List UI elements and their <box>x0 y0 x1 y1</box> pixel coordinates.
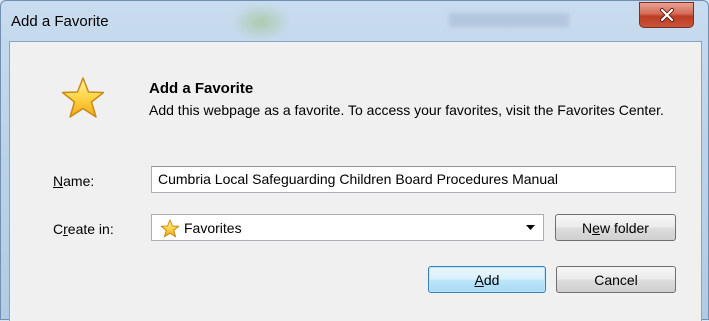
add-button[interactable]: Add <box>428 266 546 293</box>
new-folder-label-mnemonic: e <box>592 219 600 236</box>
create-in-label-start: C <box>53 221 64 237</box>
add-favorite-dialog: Add a Favorite Add a Favorite Add this w… <box>0 0 709 321</box>
dialog-body: Add a Favorite Add this webpage as a fav… <box>9 41 702 321</box>
new-folder-button[interactable]: New folder <box>555 214 676 241</box>
favorites-folder-star-icon <box>160 219 180 238</box>
create-in-label-rest: eate in: <box>67 221 114 237</box>
create-in-selected-value: Favorites <box>184 220 242 236</box>
dialog-heading: Add a Favorite <box>149 80 254 97</box>
dialog-description: Add this webpage as a favorite. To acces… <box>149 102 664 118</box>
cancel-button[interactable]: Cancel <box>556 266 676 293</box>
favorite-star-icon <box>61 77 105 118</box>
close-x-icon <box>659 8 674 22</box>
chevron-down-icon[interactable] <box>526 225 535 231</box>
close-button[interactable] <box>639 2 694 28</box>
add-label-rest: dd <box>483 271 500 288</box>
add-label-mnemonic: A <box>474 271 484 288</box>
title-bar[interactable]: Add a Favorite <box>1 1 708 41</box>
background-blur-text <box>449 13 569 27</box>
background-blur-shape <box>231 3 291 41</box>
create-in-dropdown[interactable]: Favorites <box>151 214 544 241</box>
window-title: Add a Favorite <box>11 13 109 30</box>
name-label-rest: ame: <box>63 173 95 189</box>
new-folder-label-start: N <box>582 219 593 236</box>
new-folder-label-rest: w folder <box>599 219 649 236</box>
name-input-value: Cumbria Local Safeguarding Children Boar… <box>158 171 559 187</box>
name-label-mnemonic: N <box>53 173 64 189</box>
create-in-label: Create in: <box>53 221 114 237</box>
name-label: Name: <box>53 173 94 189</box>
cancel-label: Cancel <box>594 271 638 288</box>
name-input[interactable]: Cumbria Local Safeguarding Children Boar… <box>151 166 676 193</box>
